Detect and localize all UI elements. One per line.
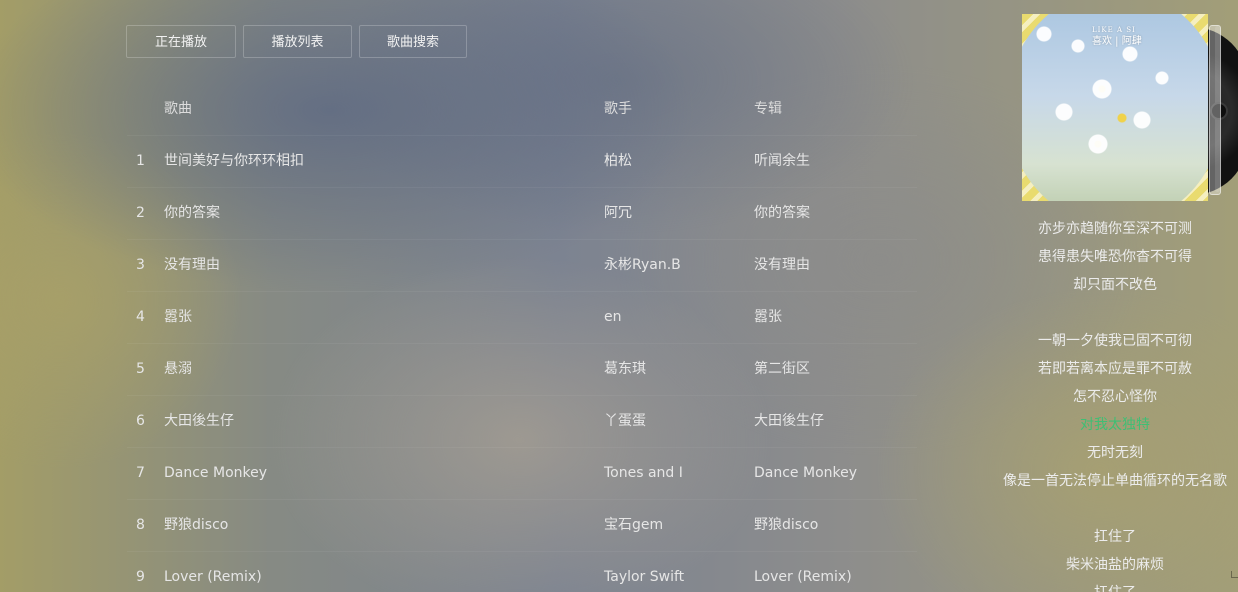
column-header-artist: 歌手: [604, 101, 632, 117]
song-artist[interactable]: Taylor Swift: [604, 552, 684, 592]
lyric-line: 却只面不改色: [1073, 277, 1157, 293]
now-playing-artwork: LIKE A SI 喜欢 | 阿肆: [1022, 14, 1238, 204]
lyric-line: 无时无刻: [1087, 445, 1143, 461]
song-title[interactable]: 世间美好与你环环相扣: [164, 136, 304, 187]
song-number: 5: [136, 361, 145, 377]
tab-song-search[interactable]: 歌曲搜索: [359, 25, 467, 58]
lyric-line: 怎不忍心怪你: [1073, 389, 1157, 405]
song-row[interactable]: 5 悬溺 葛东琪 第二街区: [127, 344, 917, 396]
song-row[interactable]: 4 嚣张 en 嚣张: [127, 292, 917, 344]
lyric-line: 患得患失唯恐你杳不可得: [1038, 249, 1192, 265]
lyric-line-blank: [995, 299, 1235, 327]
song-number: 2: [136, 205, 145, 221]
song-number: 4: [136, 309, 145, 325]
song-artist[interactable]: en: [604, 292, 622, 343]
lyric-line-blank: [995, 495, 1235, 523]
song-album[interactable]: 野狼disco: [754, 500, 818, 551]
window-title-strip: [0, 0, 170, 4]
song-title[interactable]: 野狼disco: [164, 500, 228, 551]
song-number: 7: [136, 465, 145, 481]
song-album[interactable]: 听闻余生: [754, 136, 810, 187]
song-row[interactable]: 8 野狼disco 宝石gem 野狼disco: [127, 500, 917, 552]
song-number: 3: [136, 257, 145, 273]
lyrics-panel: 亦步亦趋随你至深不可测 患得患失唯恐你杳不可得 却只面不改色 一朝一夕使我已固不…: [995, 215, 1235, 592]
lyric-line: 扛住了: [1094, 529, 1136, 545]
song-row[interactable]: 2 你的答案 阿冗 你的答案: [127, 188, 917, 240]
cover-tag-title: 喜欢 | 阿肆: [1092, 36, 1142, 47]
song-row[interactable]: 7 Dance Monkey Tones and I Dance Monkey: [127, 448, 917, 500]
album-cover: LIKE A SI 喜欢 | 阿肆: [1022, 14, 1208, 201]
song-artist[interactable]: 阿冗: [604, 188, 632, 239]
tab-bar: 正在播放 播放列表 歌曲搜索: [126, 25, 474, 58]
song-number: 8: [136, 517, 145, 533]
song-artist[interactable]: 葛东琪: [604, 344, 646, 395]
song-title[interactable]: 悬溺: [164, 344, 192, 395]
resize-corner-icon[interactable]: [1231, 571, 1238, 578]
tab-playlist[interactable]: 播放列表: [243, 25, 352, 58]
song-title[interactable]: 嚣张: [164, 292, 192, 343]
song-title[interactable]: 你的答案: [164, 188, 220, 239]
lyric-line: 扛住了: [995, 579, 1235, 592]
tab-now-playing[interactable]: 正在播放: [126, 25, 236, 58]
song-title[interactable]: 没有理由: [164, 240, 220, 291]
lyric-line: 像是一首无法停止单曲循环的无名歌: [1003, 473, 1227, 489]
song-number: 1: [136, 153, 145, 169]
song-title[interactable]: Dance Monkey: [164, 448, 267, 499]
lyric-line: 一朝一夕使我已固不可彻: [1038, 333, 1192, 349]
right-scrollbar[interactable]: [1209, 25, 1221, 195]
lyric-line-active: 对我太独特: [1080, 417, 1150, 433]
column-header-title: 歌曲: [164, 101, 192, 117]
song-album[interactable]: 大田後生仔: [754, 396, 824, 447]
song-artist[interactable]: Tones and I: [604, 448, 683, 499]
song-row[interactable]: 1 世间美好与你环环相扣 柏松 听闻余生: [127, 136, 917, 188]
song-album[interactable]: 嚣张: [754, 292, 782, 343]
song-list: 歌曲 歌手 专辑 1 世间美好与你环环相扣 柏松 听闻余生 2 你的答案 阿冗 …: [127, 84, 917, 592]
song-title[interactable]: 大田後生仔: [164, 396, 234, 447]
cover-tag-top: LIKE A SI: [1092, 26, 1136, 34]
song-album[interactable]: Lover (Remix): [754, 552, 852, 592]
column-header-album: 专辑: [754, 101, 782, 117]
song-number: 6: [136, 413, 145, 429]
song-artist[interactable]: 丫蛋蛋: [604, 396, 646, 447]
song-album[interactable]: 你的答案: [754, 188, 810, 239]
song-row[interactable]: 3 没有理由 永彬Ryan.B 没有理由: [127, 240, 917, 292]
song-artist[interactable]: 柏松: [604, 136, 632, 187]
song-album[interactable]: 没有理由: [754, 240, 810, 291]
lyric-line: 若即若离本应是罪不可赦: [1038, 361, 1192, 377]
song-album[interactable]: Dance Monkey: [754, 448, 857, 499]
song-artist[interactable]: 永彬Ryan.B: [604, 240, 681, 291]
song-album[interactable]: 第二街区: [754, 344, 810, 395]
song-list-header: 歌曲 歌手 专辑: [127, 84, 917, 136]
song-title[interactable]: Lover (Remix): [164, 552, 262, 592]
song-artist[interactable]: 宝石gem: [604, 500, 663, 551]
song-row[interactable]: 6 大田後生仔 丫蛋蛋 大田後生仔: [127, 396, 917, 448]
lyric-line: 柴米油盐的麻烦: [1066, 557, 1164, 573]
lyric-line: 亦步亦趋随你至深不可测: [1038, 221, 1192, 237]
song-number: 9: [136, 569, 145, 585]
song-row[interactable]: 9 Lover (Remix) Taylor Swift Lover (Remi…: [127, 552, 917, 592]
cover-text: LIKE A SI 喜欢 | 阿肆: [1092, 24, 1142, 48]
